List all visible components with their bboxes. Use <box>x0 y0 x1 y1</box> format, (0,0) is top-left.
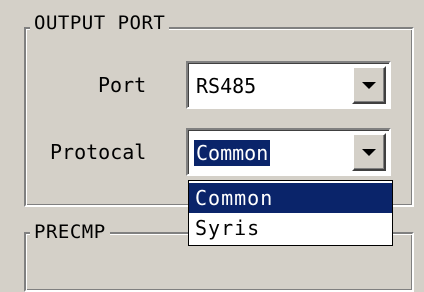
protocol-option-syris[interactable]: Syris <box>189 213 392 243</box>
output-port-title: OUTPUT PORT <box>30 12 170 34</box>
protocol-dropdown-button[interactable] <box>352 133 386 171</box>
protocol-select-value: Common <box>194 140 271 166</box>
chevron-down-icon <box>362 149 376 156</box>
port-select-value: RS485 <box>196 74 257 98</box>
port-dropdown-button[interactable] <box>352 66 386 104</box>
port-label: Port <box>98 73 147 97</box>
protocol-label: Protocal <box>50 140 147 164</box>
port-select[interactable]: RS485 <box>186 61 391 109</box>
protocol-dropdown-list: Common Syris <box>188 180 393 246</box>
protocol-select[interactable]: Common <box>186 128 391 176</box>
chevron-down-icon <box>362 82 376 89</box>
precmp-title: PRECMP <box>30 221 110 243</box>
protocol-option-common[interactable]: Common <box>189 183 392 213</box>
